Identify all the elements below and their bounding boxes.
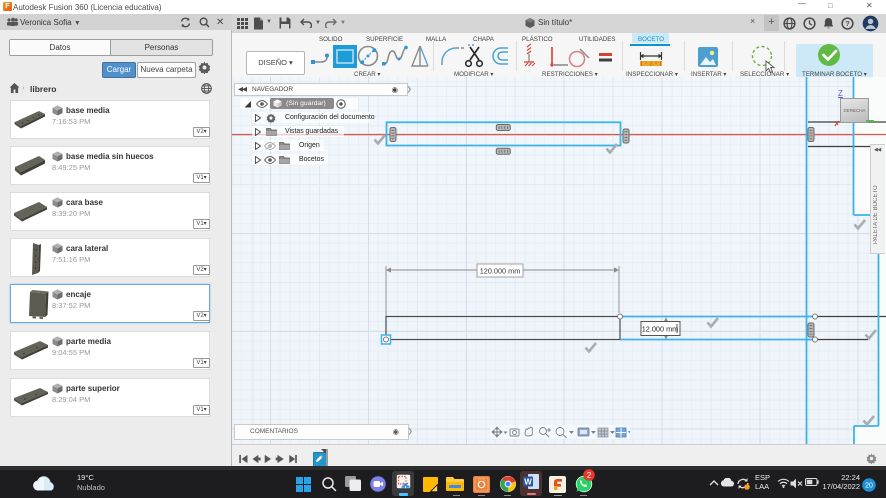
svg-text:120.000 mm: 120.000 mm (480, 267, 521, 276)
svg-text:20: 20 (865, 482, 873, 489)
svg-text:W: W (524, 478, 532, 487)
svg-text:2: 2 (587, 471, 592, 480)
svg-text:?: ? (845, 19, 850, 28)
svg-text:12.000 mm: 12.000 mm (642, 325, 679, 334)
